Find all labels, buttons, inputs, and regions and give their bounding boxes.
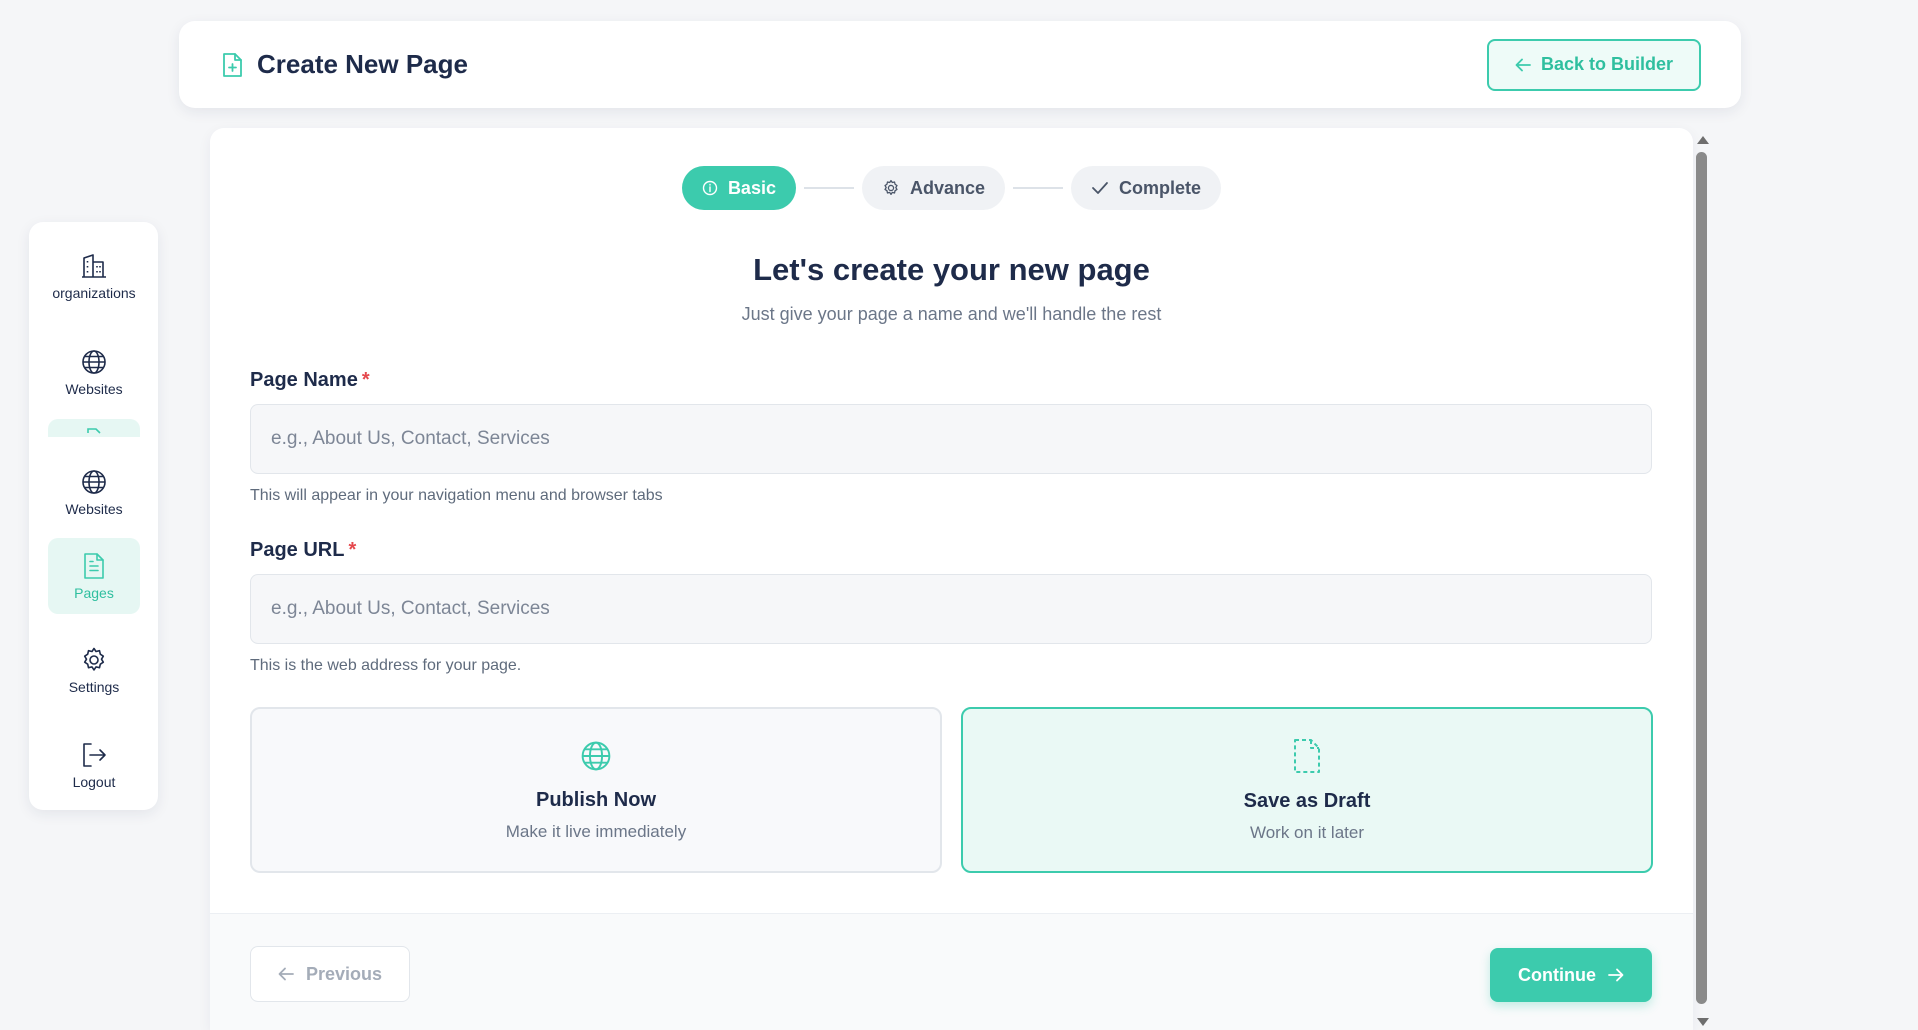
option-title: Save as Draft bbox=[1243, 789, 1371, 812]
save-as-draft-option[interactable]: Save as Draft Work on it later bbox=[961, 707, 1653, 873]
sidebar-item-partial bbox=[48, 419, 140, 437]
step-connector bbox=[1013, 187, 1064, 189]
globe-icon bbox=[80, 468, 108, 496]
required-mark: * bbox=[361, 369, 370, 391]
globe-icon bbox=[80, 348, 108, 376]
header-title-group: Create New Page bbox=[221, 49, 468, 80]
form-subheading: Just give your page a name and we'll han… bbox=[741, 304, 1162, 324]
gear-icon bbox=[80, 646, 108, 674]
option-subtitle: Work on it later bbox=[1249, 822, 1364, 842]
step-label: Complete bbox=[1119, 177, 1202, 198]
back-to-builder-button[interactable]: Back to Builder bbox=[1486, 38, 1701, 91]
page-name-label-text: Page Name bbox=[250, 369, 358, 391]
page-url-label: Page URL * bbox=[250, 539, 356, 562]
scroll-down-arrow-icon[interactable] bbox=[1697, 1018, 1709, 1026]
arrow-right-icon bbox=[1608, 968, 1624, 982]
step-basic[interactable]: Basic bbox=[681, 166, 796, 210]
sidebar-item-label: organizations bbox=[52, 284, 136, 301]
continue-button[interactable]: Continue bbox=[1490, 948, 1652, 1002]
building-icon bbox=[80, 252, 108, 280]
file-text-icon bbox=[81, 552, 107, 580]
form-footer: Previous Continue bbox=[210, 913, 1693, 1030]
step-advance[interactable]: Advance bbox=[861, 166, 1006, 210]
arrow-left-icon bbox=[1515, 58, 1531, 72]
page-url-help: This is the web address for your page. bbox=[250, 657, 522, 674]
continue-label: Continue bbox=[1518, 964, 1596, 985]
check-icon bbox=[1091, 181, 1109, 195]
page-url-label-text: Page URL bbox=[250, 539, 345, 561]
page-name-label: Page Name * bbox=[250, 369, 370, 392]
step-label: Advance bbox=[909, 177, 986, 198]
publish-now-option[interactable]: Publish Now Make it live immediately bbox=[250, 707, 942, 873]
step-complete[interactable]: Complete bbox=[1071, 166, 1222, 210]
form-heading: Let's create your new page bbox=[753, 252, 1150, 287]
page-name-help: This will appear in your navigation menu… bbox=[250, 487, 663, 504]
logout-icon bbox=[80, 741, 108, 769]
sidebar-item-settings[interactable]: Settings bbox=[48, 632, 140, 708]
option-subtitle: Make it live immediately bbox=[505, 821, 687, 841]
previous-label: Previous bbox=[305, 963, 383, 984]
page-header: Create New Page Back to Builder bbox=[179, 21, 1741, 108]
scroll-up-arrow-icon[interactable] bbox=[1697, 136, 1709, 144]
page-url-input[interactable] bbox=[250, 574, 1652, 644]
arrow-left-icon bbox=[278, 967, 294, 981]
sidebar-item-label: Websites bbox=[65, 380, 123, 397]
back-to-builder-label: Back to Builder bbox=[1540, 54, 1673, 74]
step-connector bbox=[803, 187, 854, 189]
sidebar-item-label: Logout bbox=[72, 773, 116, 790]
sidebar-item-label: Pages bbox=[74, 584, 114, 601]
previous-button[interactable]: Previous bbox=[250, 946, 410, 1002]
sidebar-item-pages[interactable]: Pages bbox=[48, 538, 140, 614]
sidebar: organizations Websites Websites Pages Se… bbox=[29, 222, 158, 810]
scrollbar-thumb[interactable] bbox=[1696, 152, 1707, 1004]
gear-icon bbox=[882, 179, 900, 197]
globe-icon bbox=[579, 739, 613, 773]
create-page-card: Basic Advance Complete Let's create your… bbox=[210, 128, 1693, 1030]
page-title: Create New Page bbox=[257, 49, 468, 79]
sidebar-item-organizations[interactable]: organizations bbox=[48, 238, 140, 314]
option-title: Publish Now bbox=[536, 788, 656, 811]
sidebar-item-websites[interactable]: Websites bbox=[48, 334, 140, 410]
required-mark: * bbox=[348, 539, 357, 561]
main-scrollbar[interactable] bbox=[1693, 128, 1711, 1030]
info-icon bbox=[702, 180, 718, 196]
page-name-input[interactable] bbox=[250, 404, 1652, 474]
sidebar-item-logout[interactable]: Logout bbox=[48, 727, 140, 803]
dashed-file-icon bbox=[1292, 738, 1322, 774]
file-plus-icon bbox=[221, 52, 243, 78]
sidebar-item-websites-2[interactable]: Websites bbox=[48, 454, 140, 530]
stepper: Basic Advance Complete bbox=[210, 166, 1693, 210]
step-label: Basic bbox=[727, 177, 776, 198]
sidebar-item-label: Settings bbox=[68, 678, 120, 695]
sidebar-item-label: Websites bbox=[65, 500, 123, 517]
